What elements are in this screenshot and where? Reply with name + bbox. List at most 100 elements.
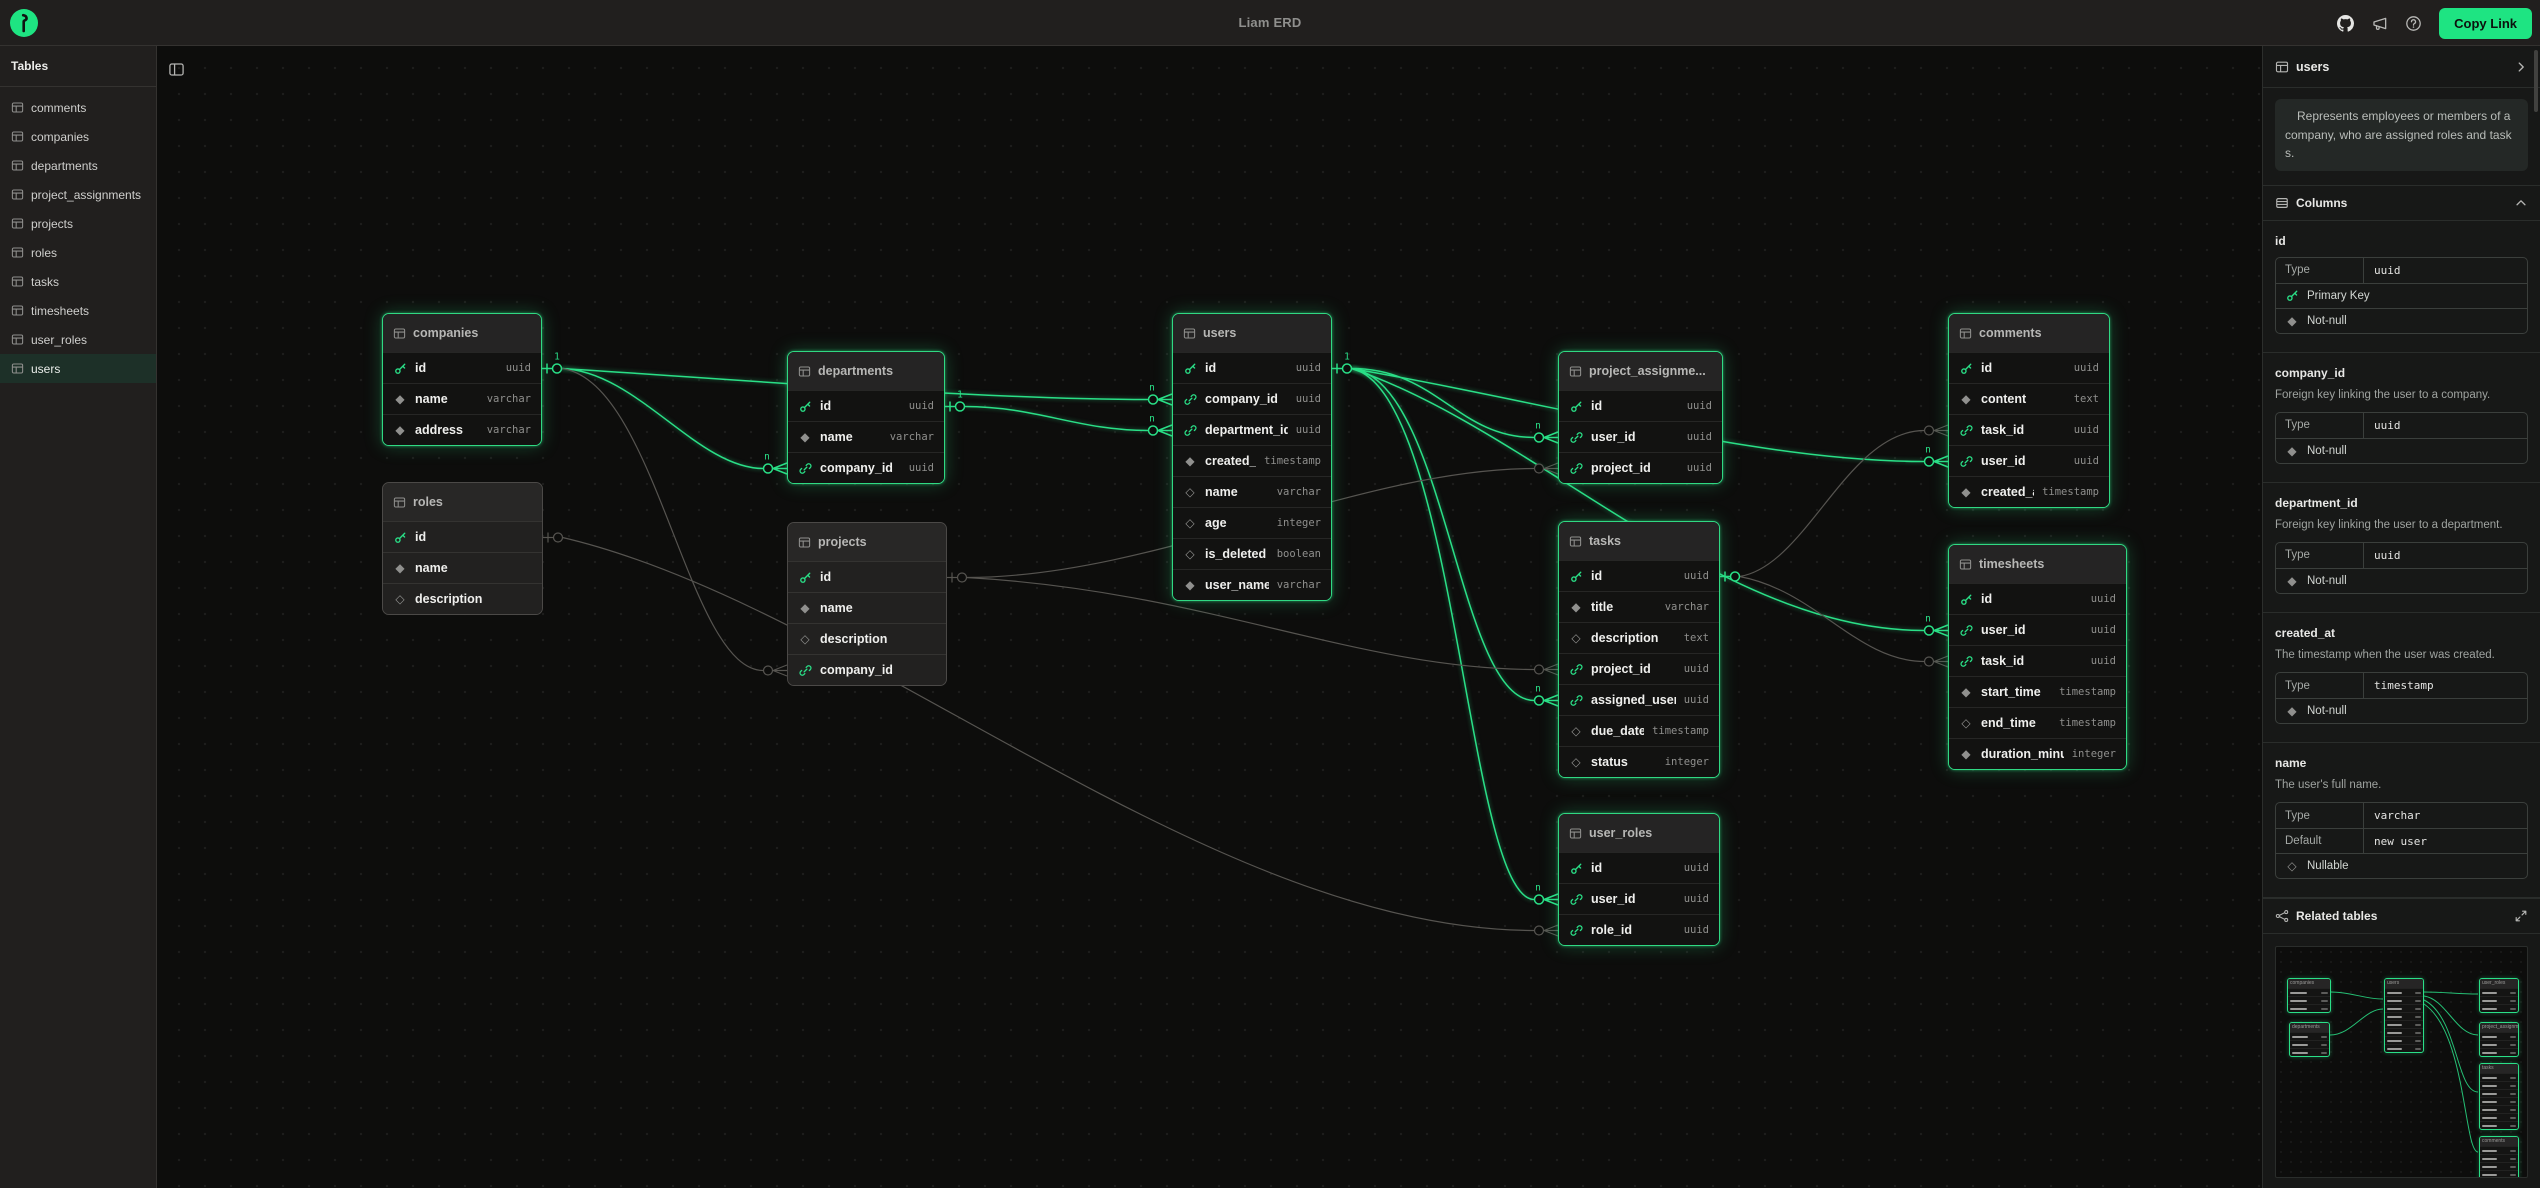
mini-table-users[interactable]: users: [2384, 978, 2424, 1053]
erd-column-name[interactable]: ◆name: [788, 592, 946, 623]
column-name: assigned_user_id: [1591, 693, 1676, 707]
sidebar-item-roles[interactable]: roles: [0, 238, 156, 267]
erd-column-name[interactable]: ◆namevarchar: [788, 421, 944, 452]
erd-column-user_id[interactable]: user_iduuid: [1949, 614, 2126, 645]
columns-section-header[interactable]: Columns: [2263, 185, 2540, 221]
liam-logo-icon[interactable]: [9, 8, 39, 38]
mini-table-companies[interactable]: companies: [2287, 978, 2331, 1013]
related-tables-header[interactable]: Related tables: [2263, 898, 2540, 934]
erd-column-company_id[interactable]: company_iduuid: [1173, 383, 1331, 414]
sidebar-item-projects[interactable]: projects: [0, 209, 156, 238]
erd-column-description[interactable]: ◇description: [788, 623, 946, 654]
erd-column-status[interactable]: ◇statusinteger: [1559, 746, 1719, 777]
erd-column-project_id[interactable]: project_iduuid: [1559, 653, 1719, 684]
sidebar-item-user_roles[interactable]: user_roles: [0, 325, 156, 354]
erd-column-id[interactable]: id: [788, 561, 946, 592]
sidebar-item-tasks[interactable]: tasks: [0, 267, 156, 296]
erd-column-task_id[interactable]: task_iduuid: [1949, 414, 2109, 445]
erd-table-users[interactable]: usersiduuidcompany_iduuiddepartment_iduu…: [1172, 313, 1332, 601]
column-name: description: [1591, 631, 1676, 645]
erd-column-created_at[interactable]: ◆created_attimestamp: [1173, 445, 1331, 476]
erd-column-user_id[interactable]: user_iduuid: [1559, 883, 1719, 914]
sidebar-item-departments[interactable]: departments: [0, 151, 156, 180]
erd-table-title: comments: [1979, 326, 2042, 340]
erd-canvas[interactable]: nnnnnnnn111 companiesiduuid◆namevarchar◆…: [157, 46, 2262, 1188]
sidebar-item-comments[interactable]: comments: [0, 93, 156, 122]
erd-column-id[interactable]: iduuid: [1559, 390, 1722, 421]
erd-column-id[interactable]: iduuid: [383, 352, 541, 383]
mini-table-tasks[interactable]: tasks: [2479, 1063, 2519, 1130]
erd-column-address[interactable]: ◆addressvarchar: [383, 414, 541, 445]
erd-column-description[interactable]: ◇description: [383, 583, 542, 614]
erd-table-comments[interactable]: comments iduuid◆contenttexttask_iduuiduse…: [1948, 313, 2110, 508]
column-type: timestamp: [2042, 486, 2099, 498]
erd-column-name[interactable]: ◆namevarchar: [383, 383, 541, 414]
column-prop-table: Typeuuid◆Not-null: [2275, 412, 2528, 464]
erd-column-description[interactable]: ◇descriptiontext: [1559, 622, 1719, 653]
related-tables-minimap[interactable]: companies departments users user_rolesproje…: [2275, 946, 2528, 1178]
erd-column-due_date[interactable]: ◇due_datetimestamp: [1559, 715, 1719, 746]
mini-row: [2385, 996, 2423, 1004]
erd-column-duration_minutes[interactable]: ◆duration_minutesinteger: [1949, 738, 2126, 769]
sidebar-item-companies[interactable]: companies: [0, 122, 156, 151]
column-name: title: [1591, 600, 1657, 614]
erd-table-header: roles: [383, 483, 542, 521]
sidebar-item-users[interactable]: users: [0, 354, 156, 383]
erd-table-roles[interactable]: rolesid◆name◇description: [382, 482, 543, 615]
erd-column-department_id[interactable]: department_iduuid: [1173, 414, 1331, 445]
erd-table-projects[interactable]: projectsid◆name◇descriptioncompany_id: [787, 522, 947, 686]
erd-table-project_assignments[interactable]: project_assignme...iduuiduser_iduuidproj…: [1558, 351, 1723, 484]
expand-icon[interactable]: [2514, 909, 2528, 923]
sidebar-item-timesheets[interactable]: timesheets: [0, 296, 156, 325]
mini-table-departments[interactable]: departments: [2289, 1022, 2330, 1057]
erd-column-user_id[interactable]: user_iduuid: [1559, 421, 1722, 452]
chevron-up-icon[interactable]: [2514, 196, 2528, 210]
column-name: id: [1591, 399, 1679, 413]
erd-column-assigned_user_id[interactable]: assigned_user_iduuid: [1559, 684, 1719, 715]
mini-table-project_assignme[interactable]: project_assignme: [2479, 1022, 2519, 1057]
erd-table-tasks[interactable]: tasksiduuid◆titlevarchar◇descriptiontext…: [1558, 521, 1720, 778]
mini-table-user_roles[interactable]: user_roles: [2479, 978, 2519, 1013]
sidebar-item-project_assignments[interactable]: project_assignments: [0, 180, 156, 209]
erd-column-id[interactable]: iduuid: [788, 390, 944, 421]
erd-table-departments[interactable]: departmentsiduuid◆namevarcharcompany_idu…: [787, 351, 945, 484]
erd-column-name[interactable]: ◆name: [383, 552, 542, 583]
erd-table-companies[interactable]: companiesiduuid◆namevarchar◆addressvarch…: [382, 313, 542, 446]
erd-column-is_deleted[interactable]: ◇is_deletedboolean: [1173, 538, 1331, 569]
erd-column-user_id[interactable]: user_iduuid: [1949, 445, 2109, 476]
prop-label: Type: [2276, 673, 2364, 698]
erd-column-task_id[interactable]: task_iduuid: [1949, 645, 2126, 676]
mini-table-comments[interactable]: comments: [2479, 1136, 2519, 1178]
erd-column-role_id[interactable]: role_iduuid: [1559, 914, 1719, 945]
erd-column-user_name[interactable]: ◆user_namevarchar: [1173, 569, 1331, 600]
erd-column-id[interactable]: iduuid: [1949, 583, 2126, 614]
sidebar-toggle-icon[interactable]: [168, 61, 185, 78]
erd-table-user_roles[interactable]: user_rolesiduuiduser_iduuidrole_iduuid: [1558, 813, 1720, 946]
erd-column-id[interactable]: id: [383, 521, 542, 552]
erd-table-timesheets[interactable]: timesheetsiduuiduser_iduuidtask_iduuid◆s…: [1948, 544, 2127, 770]
erd-column-id[interactable]: iduuid: [1559, 560, 1719, 591]
erd-column-company_id[interactable]: company_iduuid: [788, 452, 944, 483]
erd-column-content[interactable]: ◆contenttext: [1949, 383, 2109, 414]
copy-link-button[interactable]: Copy Link: [2439, 8, 2532, 39]
erd-column-created_at[interactable]: ◆created_attimestamp: [1949, 476, 2109, 507]
panel-scrollbar[interactable]: [2534, 50, 2538, 112]
megaphone-icon[interactable]: [2371, 15, 2388, 32]
erd-column-start_time[interactable]: ◆start_timetimestamp: [1949, 676, 2126, 707]
sidebar-item-label: timesheets: [31, 304, 89, 318]
edge-crowfoot: [1544, 463, 1558, 474]
erd-column-company_id[interactable]: company_id: [788, 654, 946, 685]
erd-column-title[interactable]: ◆titlevarchar: [1559, 591, 1719, 622]
erd-column-project_id[interactable]: project_iduuid: [1559, 452, 1722, 483]
github-icon[interactable]: [2337, 15, 2354, 32]
link-icon: [1569, 924, 1583, 937]
erd-column-end_time[interactable]: ◇end_timetimestamp: [1949, 707, 2126, 738]
erd-column-id[interactable]: iduuid: [1173, 352, 1331, 383]
erd-column-id[interactable]: iduuid: [1559, 852, 1719, 883]
erd-column-id[interactable]: iduuid: [1949, 352, 2109, 383]
prop-label: Type: [2276, 413, 2364, 438]
panel-close-icon[interactable]: [2514, 60, 2528, 74]
help-icon[interactable]: [2405, 15, 2422, 32]
erd-column-age[interactable]: ◇ageinteger: [1173, 507, 1331, 538]
erd-column-name[interactable]: ◇namevarchar: [1173, 476, 1331, 507]
